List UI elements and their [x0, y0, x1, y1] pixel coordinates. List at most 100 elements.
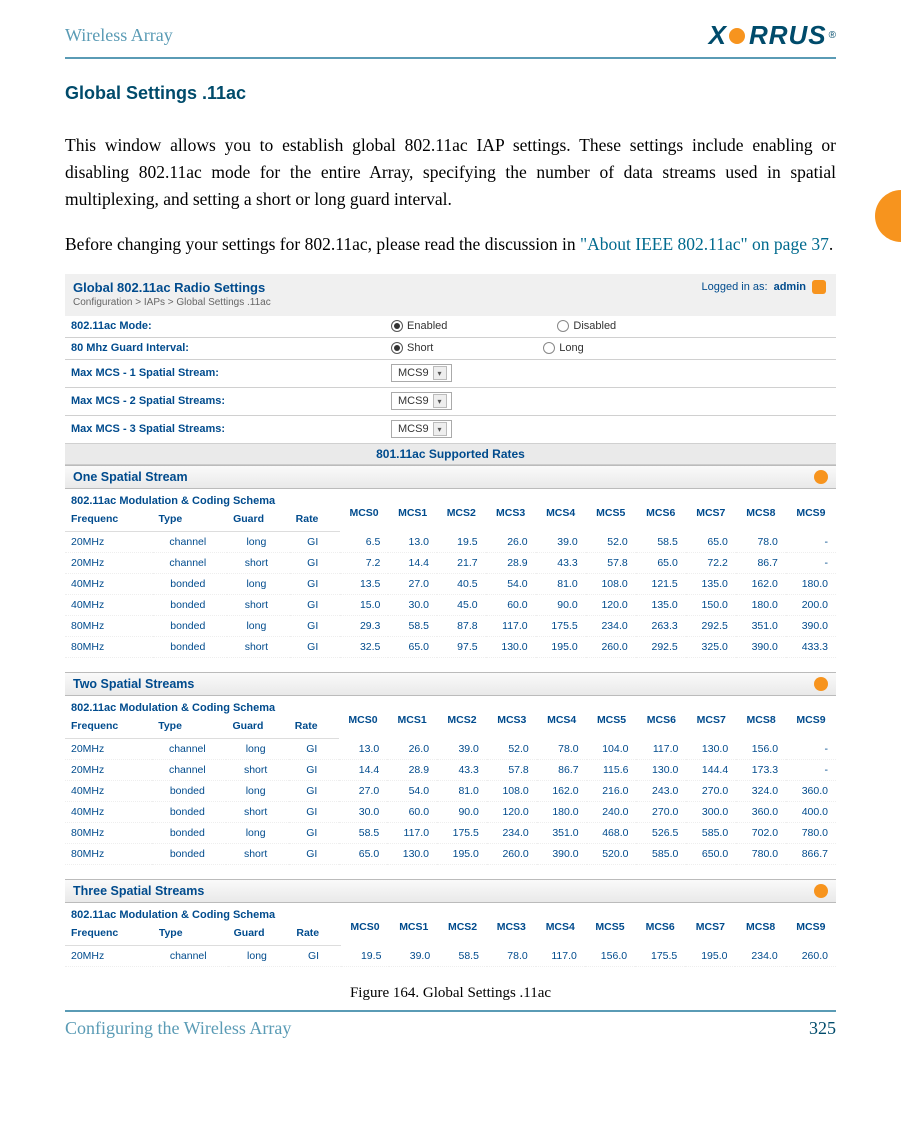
setting-row: Max MCS - 2 Spatial Streams:MCS9▾: [65, 388, 836, 416]
rate-value-cell: 243.0: [636, 781, 686, 802]
rate-value-cell: 120.0: [487, 802, 537, 823]
chevron-down-icon[interactable]: ▾: [433, 366, 447, 380]
rate-value-cell: -: [786, 739, 836, 760]
row-column-header: Type: [152, 714, 226, 739]
table-row: 20MHzchannellongGI13.026.039.052.078.010…: [65, 739, 836, 760]
rate-value-cell: 26.0: [387, 739, 437, 760]
row-column-header: Guard: [227, 507, 290, 532]
row-dimension-cell: GI: [289, 739, 339, 760]
mcs-column-header: MCS4: [536, 489, 586, 532]
collapse-toggle-icon[interactable]: [814, 677, 828, 691]
rate-value-cell: 156.0: [585, 946, 635, 967]
row-dimension-cell: bonded: [153, 595, 228, 616]
rate-value-cell: 175.5: [437, 823, 487, 844]
rate-value-cell: 400.0: [786, 802, 836, 823]
rate-value-cell: 234.0: [735, 946, 785, 967]
mcs-select[interactable]: MCS9▾: [391, 420, 452, 438]
radio-empty-icon[interactable]: [543, 342, 555, 354]
mcs-select[interactable]: MCS9▾: [391, 392, 452, 410]
rate-value-cell: 104.0: [587, 739, 637, 760]
row-dimension-cell: 80MHz: [65, 844, 152, 865]
mcs-column-header: MCS2: [437, 489, 486, 532]
about-11ac-link[interactable]: "About IEEE 802.11ac" on page 37: [580, 234, 829, 254]
mcs-column-header: MCS2: [437, 696, 487, 739]
rate-value-cell: 292.5: [636, 637, 686, 658]
rate-value-cell: 175.5: [536, 616, 586, 637]
mcs-select[interactable]: MCS9▾: [391, 364, 452, 382]
registered-mark: ®: [829, 30, 836, 41]
rate-value-cell: 520.0: [587, 844, 637, 865]
row-dimension-cell: long: [226, 739, 288, 760]
radio-option[interactable]: Disabled: [557, 320, 616, 332]
rates-table: 802.11ac Modulation & Coding SchemaMCS0M…: [65, 696, 836, 865]
rate-value-cell: 156.0: [736, 739, 786, 760]
supported-rates-title: 801.11ac Supported Rates: [65, 444, 836, 465]
rate-value-cell: 78.0: [487, 946, 536, 967]
rate-value-cell: 65.0: [686, 532, 736, 553]
rate-value-cell: 108.0: [487, 781, 537, 802]
radio-option[interactable]: Short: [391, 342, 433, 354]
rate-value-cell: 130.0: [486, 637, 536, 658]
stream-group-header: One Spatial Stream: [65, 465, 836, 489]
collapse-toggle-icon[interactable]: [814, 470, 828, 484]
rates-table: 802.11ac Modulation & Coding SchemaMCS0M…: [65, 903, 836, 967]
rate-value-cell: 28.9: [387, 760, 437, 781]
rate-value-cell: 173.3: [736, 760, 786, 781]
radio-selected-icon[interactable]: [391, 342, 403, 354]
row-dimension-cell: short: [227, 553, 290, 574]
radio-option[interactable]: Enabled: [391, 320, 447, 332]
row-column-header: Guard: [226, 714, 288, 739]
rate-value-cell: 81.0: [437, 781, 487, 802]
mcs-column-header: MCS1: [387, 696, 437, 739]
brand-logo: X RRUS ®: [709, 20, 836, 51]
logged-in-user: admin: [774, 281, 806, 293]
intro-paragraph-2: Before changing your settings for 802.11…: [65, 231, 836, 258]
row-dimension-cell: 20MHz: [65, 946, 153, 967]
mcs-column-header: MCS8: [736, 489, 786, 532]
row-dimension-cell: bonded: [152, 823, 226, 844]
rate-value-cell: 30.0: [339, 802, 387, 823]
row-column-header: Type: [153, 507, 228, 532]
rate-value-cell: 78.0: [736, 532, 786, 553]
rate-value-cell: 19.5: [341, 946, 390, 967]
stream-group-title: One Spatial Stream: [73, 470, 188, 484]
rate-value-cell: 240.0: [587, 802, 637, 823]
rate-value-cell: 433.3: [786, 637, 836, 658]
schema-title: 802.11ac Modulation & Coding Schema: [65, 903, 341, 921]
rate-value-cell: 390.0: [736, 637, 786, 658]
mcs-column-header: MCS3: [487, 696, 537, 739]
stream-group-title: Two Spatial Streams: [73, 677, 194, 691]
rate-value-cell: 135.0: [636, 595, 686, 616]
intro-paragraph-2-post: .: [829, 234, 833, 254]
rate-value-cell: 117.0: [486, 616, 536, 637]
chevron-down-icon[interactable]: ▾: [433, 422, 447, 436]
rate-value-cell: 60.0: [486, 595, 536, 616]
radio-selected-icon[interactable]: [391, 320, 403, 332]
rate-value-cell: 300.0: [686, 802, 736, 823]
setting-label: Max MCS - 3 Spatial Streams:: [71, 423, 391, 435]
footer-chapter: Configuring the Wireless Array: [65, 1018, 291, 1039]
row-column-header: Rate: [290, 921, 340, 946]
row-dimension-cell: short: [226, 760, 288, 781]
row-dimension-cell: GI: [290, 553, 340, 574]
row-dimension-cell: channel: [153, 532, 228, 553]
setting-label: 80 Mhz Guard Interval:: [71, 342, 391, 354]
table-row: 20MHzchannelshortGI14.428.943.357.886.71…: [65, 760, 836, 781]
radio-empty-icon[interactable]: [557, 320, 569, 332]
row-column-header: Rate: [289, 714, 339, 739]
rate-value-cell: 19.5: [437, 532, 486, 553]
rate-value-cell: 150.0: [686, 595, 736, 616]
rate-value-cell: -: [786, 532, 836, 553]
rate-value-cell: 13.0: [339, 739, 387, 760]
rate-value-cell: 585.0: [686, 823, 736, 844]
logout-icon[interactable]: [812, 280, 826, 294]
page-header: Wireless Array X RRUS ®: [65, 20, 836, 59]
mcs-column-header: MCS8: [736, 696, 786, 739]
radio-option[interactable]: Long: [543, 342, 583, 354]
collapse-toggle-icon[interactable]: [814, 884, 828, 898]
mcs-column-header: MCS1: [389, 903, 438, 946]
settings-panel: Global 802.11ac Radio Settings Configura…: [65, 274, 836, 967]
chevron-down-icon[interactable]: ▾: [433, 394, 447, 408]
table-row: 20MHzchannellongGI19.539.058.578.0117.01…: [65, 946, 836, 967]
row-dimension-cell: long: [227, 616, 290, 637]
